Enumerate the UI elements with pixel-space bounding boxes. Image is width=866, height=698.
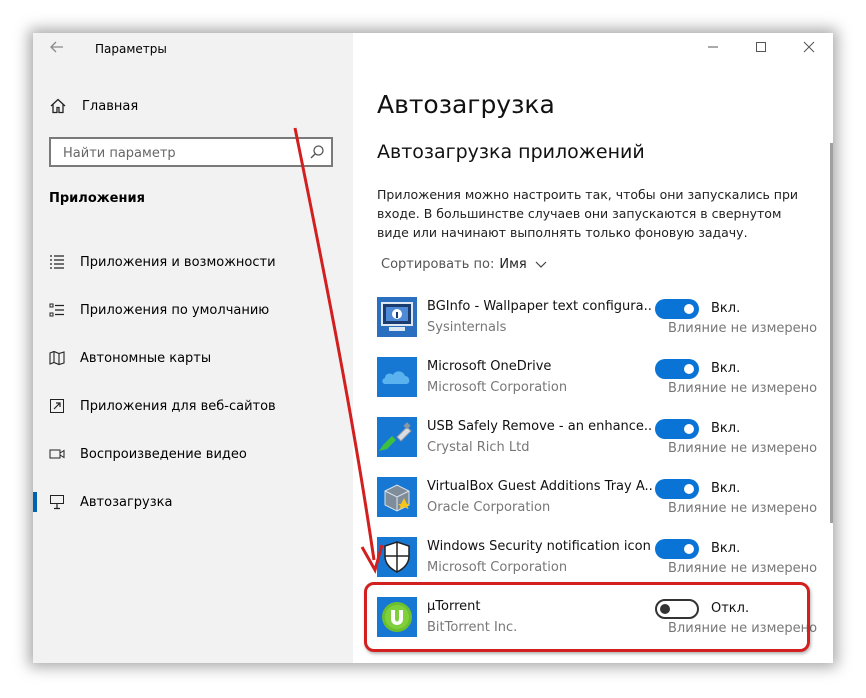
app-name: Microsoft OneDrive (427, 359, 552, 374)
maximize-button[interactable] (746, 39, 776, 59)
app-name: BGInfo - Wallpaper text configura... (427, 299, 652, 314)
page-title: Автозагрузка (377, 90, 555, 119)
app-publisher: Sysinternals (427, 320, 507, 335)
list-item: VirtualBox Guest Additions Tray A... Ora… (377, 475, 833, 535)
chevron-down-icon (535, 261, 547, 268)
sidebar-item-label: Воспроизведение видео (80, 446, 247, 462)
onedrive-icon (377, 357, 417, 397)
toggle-state: Вкл. (711, 541, 741, 556)
sidebar-item-label: Автономные карты (80, 350, 212, 366)
search-icon[interactable] (309, 144, 325, 160)
back-button[interactable] (49, 39, 69, 59)
sidebar-item-video-playback[interactable]: Воспроизведение видео (33, 430, 353, 478)
toggle-knob (684, 364, 694, 374)
sidebar-item-default-apps[interactable]: Приложения по умолчанию (33, 286, 353, 334)
toggle-state: Вкл. (711, 361, 741, 376)
minimize-button[interactable] (698, 39, 728, 59)
startup-toggle[interactable] (655, 479, 699, 499)
startup-toggle[interactable] (655, 359, 699, 379)
window-title: Параметры (95, 42, 167, 56)
search-box[interactable] (49, 137, 333, 167)
sidebar-section-title: Приложения (49, 191, 145, 206)
list-item: USB Safely Remove - an enhance... Crysta… (377, 415, 833, 475)
main-content: Автозагрузка Автозагрузка приложений При… (353, 33, 833, 663)
app-publisher: Microsoft Corporation (427, 560, 568, 575)
startup-impact: Влияние не измерено (668, 381, 818, 396)
offline-maps-icon (49, 350, 65, 366)
windows-security-icon (377, 537, 417, 577)
close-button[interactable] (794, 39, 824, 59)
sort-dropdown[interactable]: Сортировать по: Имя (381, 257, 547, 272)
home-icon (50, 98, 66, 114)
description: Приложения можно настроить так, чтобы он… (377, 187, 799, 240)
usb-safely-remove-icon (377, 417, 417, 457)
app-publisher: Microsoft Corporation (427, 380, 568, 395)
apps-for-websites-icon (50, 399, 64, 413)
bginfo-icon (377, 297, 417, 337)
startup-toggle[interactable] (655, 299, 699, 319)
toggle-state: Вкл. (711, 481, 741, 496)
back-arrow-icon (50, 41, 63, 53)
sidebar-item-label: Приложения по умолчанию (80, 302, 270, 318)
sidebar-item-label: Главная (82, 98, 139, 114)
list-item: Microsoft OneDrive Microsoft Corporation… (377, 355, 833, 415)
toggle-knob (684, 484, 694, 494)
close-icon (803, 41, 815, 53)
startup-toggle[interactable] (655, 539, 699, 559)
toggle-knob (684, 304, 694, 314)
sidebar-item-startup[interactable]: Автозагрузка (33, 478, 353, 526)
video-playback-icon (49, 449, 65, 459)
apps-features-icon (50, 255, 64, 269)
sidebar-item-home[interactable]: Главная (49, 95, 138, 117)
toggle-knob (684, 544, 694, 554)
startup-impact: Влияние не измерено (668, 501, 818, 516)
sidebar-item-label: Автозагрузка (80, 494, 173, 510)
sidebar-item-offline-maps[interactable]: Автономные карты (33, 334, 353, 382)
startup-toggle[interactable] (655, 419, 699, 439)
sort-label: Сортировать по: (381, 257, 495, 272)
sidebar-item-apps-features[interactable]: Приложения и возможности (33, 238, 353, 286)
app-publisher: Crystal Rich Ltd (427, 440, 530, 455)
settings-window: Параметры Главная Приложения Приложения … (33, 33, 833, 663)
app-name: Windows Security notification icon (427, 539, 651, 554)
toggle-knob (684, 424, 694, 434)
startup-icon (50, 495, 64, 510)
sidebar-item-label: Приложения и возможности (80, 254, 276, 270)
annotation-highlight-box (364, 582, 810, 652)
app-publisher: Oracle Corporation (427, 500, 551, 515)
app-name: VirtualBox Guest Additions Tray A... (427, 479, 652, 494)
search-input[interactable] (61, 143, 305, 163)
list-item: BGInfo - Wallpaper text configura... Sys… (377, 295, 833, 355)
default-apps-icon (49, 303, 64, 317)
startup-impact: Влияние не измерено (668, 441, 818, 456)
sidebar: Параметры Главная Приложения Приложения … (33, 33, 353, 663)
virtualbox-icon (377, 477, 417, 517)
startup-impact: Влияние не измерено (668, 321, 818, 336)
startup-impact: Влияние не измерено (668, 561, 818, 576)
toggle-state: Вкл. (711, 301, 741, 316)
minimize-icon (708, 46, 718, 48)
toggle-state: Вкл. (711, 421, 741, 436)
sidebar-nav: Приложения и возможности Приложения по у… (33, 238, 353, 526)
sidebar-item-apps-for-websites[interactable]: Приложения для веб-сайтов (33, 382, 353, 430)
section-title: Автозагрузка приложений (377, 141, 645, 163)
sort-value[interactable]: Имя (499, 257, 526, 272)
app-name: USB Safely Remove - an enhance... (427, 419, 652, 434)
sidebar-item-label: Приложения для веб-сайтов (80, 398, 276, 414)
maximize-icon (756, 42, 766, 52)
